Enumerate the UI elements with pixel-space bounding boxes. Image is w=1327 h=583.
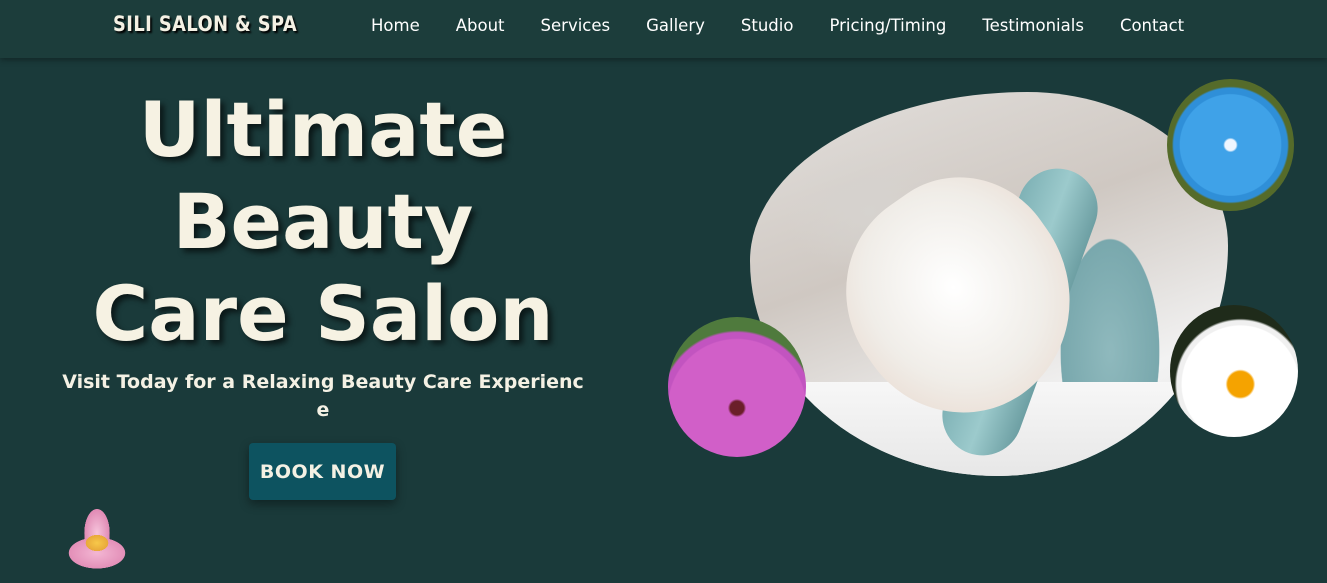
- nav-about[interactable]: About: [456, 16, 505, 35]
- nav-home[interactable]: Home: [371, 16, 420, 35]
- hero-title-line-3: Care Salon: [92, 269, 554, 358]
- blue-flower-image: [1167, 79, 1294, 211]
- nav-testimonials[interactable]: Testimonials: [982, 16, 1084, 35]
- hero-title: Ultimate Beauty Care Salon: [40, 84, 606, 360]
- site-logo[interactable]: SILI SALON & SPA: [113, 12, 297, 36]
- nav-studio[interactable]: Studio: [741, 16, 794, 35]
- hero-title-line-2: Beauty: [172, 177, 474, 266]
- pink-flower-image: [668, 317, 806, 457]
- navbar: SILI SALON & SPA Home About Services Gal…: [0, 0, 1327, 58]
- nav-contact[interactable]: Contact: [1120, 16, 1184, 35]
- hero-title-line-1: Ultimate: [138, 85, 508, 174]
- daisy-flower-image: [1170, 305, 1298, 437]
- nav-pricing-timing[interactable]: Pricing/Timing: [829, 16, 946, 35]
- hero-subtitle: Visit Today for a Relaxing Beauty Care E…: [62, 371, 584, 421]
- lotus-flower-image: [54, 503, 140, 575]
- facial-treatment-image: [750, 92, 1228, 476]
- nav-gallery[interactable]: Gallery: [646, 16, 705, 35]
- nav-menu: Home About Services Gallery Studio Prici…: [352, 16, 1220, 35]
- book-now-button[interactable]: BOOK NOW: [249, 443, 396, 500]
- nav-services[interactable]: Services: [541, 16, 611, 35]
